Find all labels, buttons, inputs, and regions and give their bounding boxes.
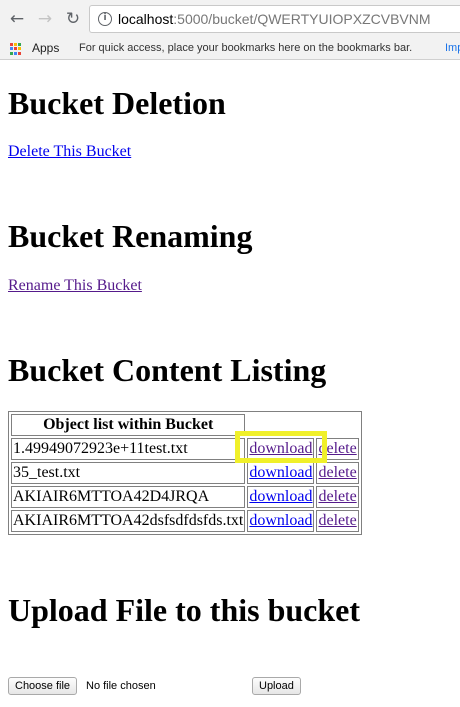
bucket-content-listing-heading: Bucket Content Listing	[8, 352, 327, 388]
delete-cell: delete	[316, 462, 359, 484]
browser-toolbar: ← → ↻ i localhost:5000/bucket/QWERTYUIOP…	[0, 0, 460, 38]
download-cell: download	[247, 462, 315, 484]
table-row: 1.49949072923e+11test.txt download delet…	[11, 438, 359, 460]
info-icon[interactable]: i	[98, 12, 112, 26]
reload-icon[interactable]: ↻	[62, 7, 84, 31]
upload-heading: Upload File to this bucket	[8, 592, 361, 628]
object-list-header: Object list within Bucket	[11, 414, 246, 436]
upload-button[interactable]: Upload	[252, 677, 301, 695]
download-link[interactable]: download	[249, 488, 312, 505]
download-cell: download	[247, 486, 315, 508]
bucket-deletion-heading: Bucket Deletion	[8, 85, 226, 121]
bookmarks-bar: Apps For quick access, place your bookma…	[0, 38, 460, 60]
delete-link[interactable]: delete	[318, 512, 356, 529]
object-name: 35_test.txt	[11, 462, 246, 484]
delete-cell: delete	[316, 510, 359, 532]
rename-bucket-link[interactable]: Rename This Bucket	[8, 276, 142, 296]
apps-grid-icon[interactable]	[10, 43, 22, 55]
bucket-renaming-heading: Bucket Renaming	[8, 218, 253, 254]
download-link[interactable]: download	[249, 440, 312, 457]
table-header-row: Object list within Bucket	[11, 414, 359, 436]
delete-cell: delete	[316, 438, 359, 460]
delete-link[interactable]: delete	[318, 464, 356, 481]
table-row: AKIAIR6MTTOA42dsfsdfdsfds.txt download d…	[11, 510, 359, 532]
table-row: 35_test.txt download delete	[11, 462, 359, 484]
url-text[interactable]: localhost:5000/bucket/QWERTYUIOPXZCVBVNM	[118, 6, 431, 32]
table-row: AKIAIR6MTTOA42D4JRQA download delete	[11, 486, 359, 508]
delete-cell: delete	[316, 486, 359, 508]
url-path: :5000/bucket/QWERTYUIOPXZCVBVNM	[173, 11, 431, 27]
apps-label[interactable]: Apps	[32, 38, 59, 58]
delete-link[interactable]: delete	[318, 488, 356, 505]
no-file-status: No file chosen	[86, 680, 156, 692]
object-name: AKIAIR6MTTOA42D4JRQA	[11, 486, 246, 508]
url-host: localhost	[118, 11, 174, 27]
back-arrow-icon[interactable]: ←	[6, 7, 28, 31]
download-link[interactable]: download	[249, 464, 312, 481]
address-bar[interactable]: i localhost:5000/bucket/QWERTYUIOPXZCVBV…	[89, 5, 460, 33]
download-cell: download	[247, 438, 315, 460]
delete-bucket-link[interactable]: Delete This Bucket	[8, 142, 131, 162]
object-list-table: Object list within Bucket 1.49949072923e…	[8, 411, 362, 535]
download-cell: download	[247, 510, 315, 532]
download-link[interactable]: download	[249, 512, 312, 529]
bookmarks-hint: For quick access, place your bookmarks h…	[79, 42, 413, 54]
object-name: AKIAIR6MTTOA42dsfsdfdsfds.txt	[11, 510, 246, 532]
delete-link[interactable]: delete	[318, 440, 356, 457]
forward-arrow-icon[interactable]: →	[34, 7, 56, 31]
choose-file-button[interactable]: Choose file	[8, 677, 78, 695]
import-bookmarks-link[interactable]: Imp	[445, 38, 460, 58]
object-name: 1.49949072923e+11test.txt	[11, 438, 246, 460]
upload-form: Choose file No file chosen Upload	[8, 677, 460, 697]
